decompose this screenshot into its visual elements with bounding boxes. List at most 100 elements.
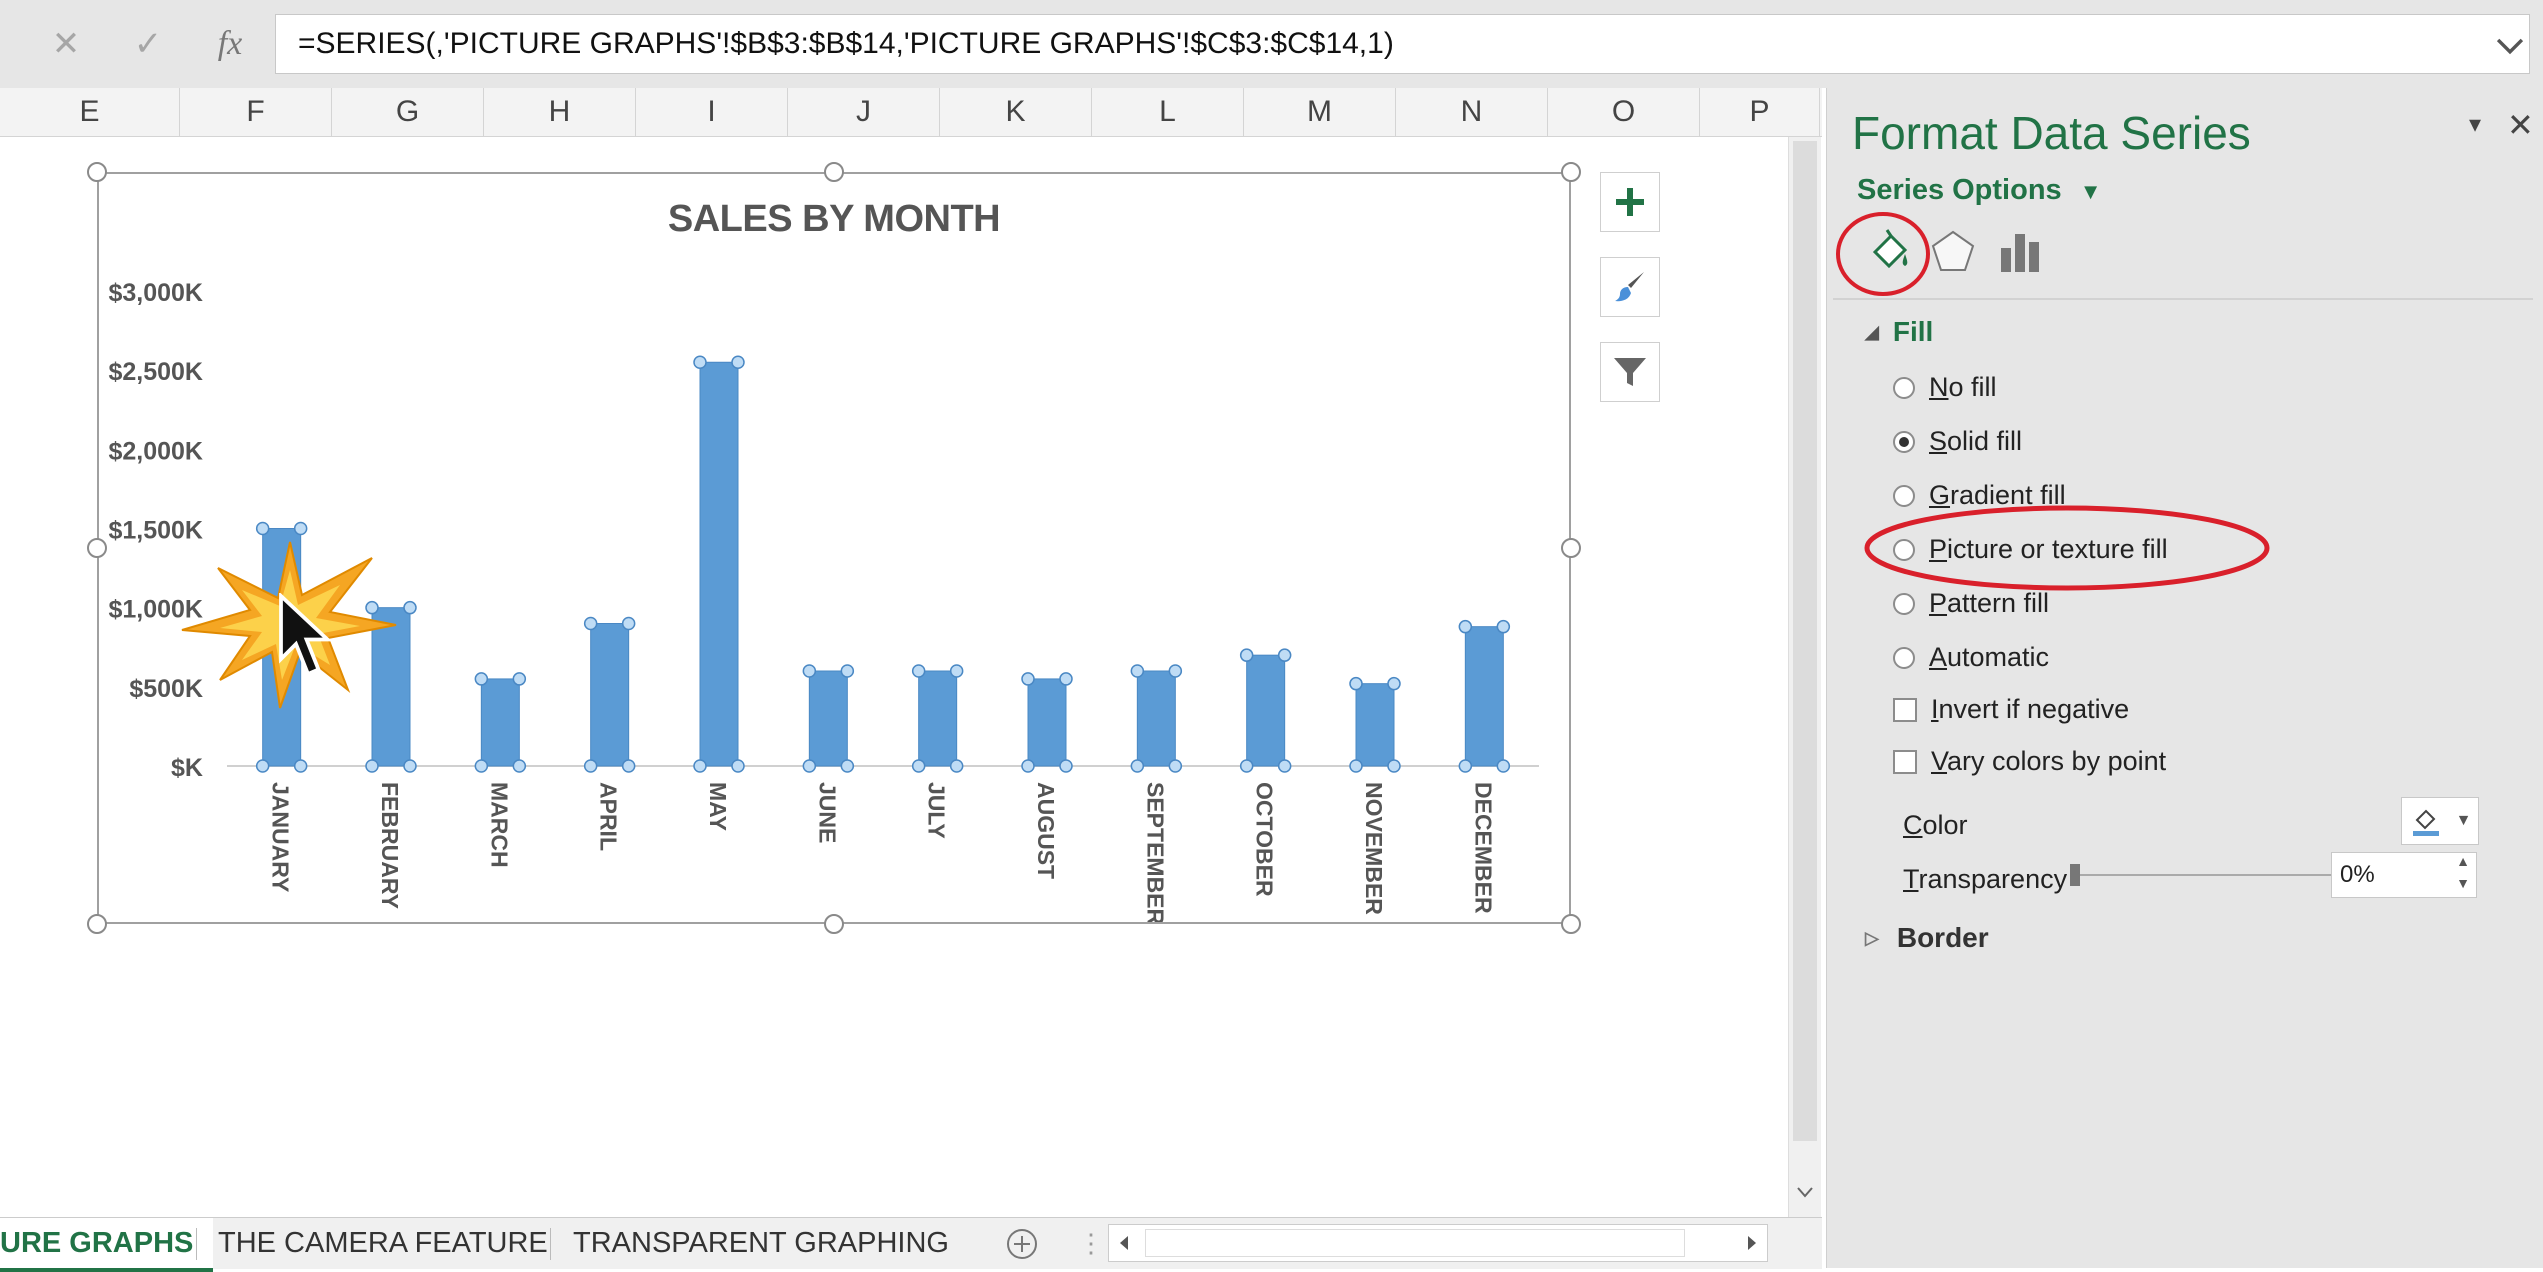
data-point-handle[interactable]: [583, 759, 598, 773]
data-point-handle[interactable]: [621, 616, 636, 631]
invert-if-negative-checkbox[interactable]: [1893, 697, 1917, 722]
resize-handle[interactable]: [824, 914, 844, 934]
data-point-handle[interactable]: [1239, 648, 1254, 662]
chart-styles-button[interactable]: [1600, 257, 1660, 317]
vary-colors-checkbox[interactable]: [1893, 749, 1917, 774]
data-point-handle[interactable]: [1021, 759, 1035, 773]
column-header-g[interactable]: G: [332, 88, 484, 136]
resize-handle[interactable]: [824, 162, 844, 182]
data-point-handle[interactable]: [1349, 759, 1363, 773]
data-point-handle[interactable]: [583, 616, 598, 631]
column-header-l[interactable]: L: [1092, 88, 1244, 136]
bar-may[interactable]: [699, 361, 739, 767]
data-point-handle[interactable]: [1130, 664, 1145, 678]
data-point-handle[interactable]: [1496, 759, 1511, 773]
transparency-slider-track[interactable]: [2073, 874, 2353, 876]
data-point-handle[interactable]: [365, 759, 379, 773]
data-point-handle[interactable]: [621, 759, 636, 773]
column-header-e[interactable]: E: [0, 88, 180, 136]
fill-section-header[interactable]: ◢ Fill: [1865, 316, 1933, 348]
add-sheet-icon[interactable]: [1005, 1227, 1039, 1261]
bar-july[interactable]: [918, 670, 958, 767]
data-point-handle[interactable]: [911, 664, 926, 678]
tab-splitter-icon[interactable]: ⋮: [1078, 1228, 1104, 1259]
data-point-handle[interactable]: [840, 759, 855, 773]
sheet-tab-transparent-graphing[interactable]: TRANSPARENT GRAPHING: [553, 1218, 969, 1268]
close-icon[interactable]: ✕: [2507, 106, 2534, 144]
scroll-down-icon[interactable]: [1795, 1182, 1815, 1202]
automatic-fill-option[interactable]: Automatic: [1893, 642, 2049, 673]
scrollbar-thumb[interactable]: [1145, 1229, 1685, 1257]
data-point-handle[interactable]: [293, 521, 308, 536]
data-point-handle[interactable]: [1277, 648, 1292, 662]
horizontal-scrollbar[interactable]: [1108, 1224, 1768, 1262]
transparency-spinner[interactable]: 0% ▲ ▼: [2331, 852, 2477, 898]
resize-handle[interactable]: [1561, 914, 1581, 934]
cancel-icon[interactable]: ✕: [36, 14, 96, 74]
data-point-handle[interactable]: [949, 759, 964, 773]
chart-elements-button[interactable]: [1600, 172, 1660, 232]
series-options-icon[interactable]: [1995, 226, 2047, 278]
data-point-handle[interactable]: [1168, 759, 1183, 773]
data-point-handle[interactable]: [293, 759, 308, 773]
bar-september[interactable]: [1136, 670, 1176, 767]
data-point-handle[interactable]: [403, 759, 417, 773]
formula-input[interactable]: =SERIES(,'PICTURE GRAPHS'!$B$3:$B$14,'PI…: [275, 14, 2530, 74]
data-point-handle[interactable]: [693, 759, 707, 773]
color-picker-button[interactable]: ▼: [2401, 797, 2479, 845]
column-header-k[interactable]: K: [940, 88, 1092, 136]
data-point-handle[interactable]: [802, 759, 817, 773]
scroll-left-icon[interactable]: [1115, 1233, 1135, 1253]
bar-march[interactable]: [480, 678, 520, 767]
bar-october[interactable]: [1246, 654, 1286, 767]
data-point-handle[interactable]: [802, 664, 817, 678]
data-point-handle[interactable]: [693, 355, 707, 369]
data-point-handle[interactable]: [1059, 759, 1073, 773]
automatic-fill-radio[interactable]: [1893, 646, 1915, 669]
vertical-scrollbar[interactable]: [1788, 137, 1821, 1217]
chevron-down-icon[interactable]: [2493, 28, 2527, 62]
solid-fill-option[interactable]: Solid fill: [1893, 426, 2022, 457]
transparency-slider-thumb[interactable]: [2070, 864, 2080, 886]
data-point-handle[interactable]: [1387, 676, 1401, 691]
data-point-handle[interactable]: [1239, 759, 1254, 773]
column-header-i[interactable]: I: [636, 88, 788, 136]
data-point-handle[interactable]: [1458, 759, 1473, 773]
column-header-f[interactable]: F: [180, 88, 332, 136]
data-point-handle[interactable]: [1059, 672, 1073, 686]
data-point-handle[interactable]: [1349, 676, 1363, 691]
transparency-value[interactable]: 0%: [2340, 861, 2375, 889]
data-point-handle[interactable]: [474, 759, 489, 773]
bar-april[interactable]: [590, 623, 630, 767]
data-point-handle[interactable]: [255, 521, 270, 536]
sheet-tab-camera-feature[interactable]: THE CAMERA FEATURE: [198, 1218, 568, 1268]
data-point-handle[interactable]: [512, 672, 527, 686]
data-point-handle[interactable]: [949, 664, 964, 678]
spin-up-icon[interactable]: ▲: [2456, 853, 2470, 869]
data-point-handle[interactable]: [911, 759, 926, 773]
column-header-j[interactable]: J: [788, 88, 940, 136]
column-header-o[interactable]: O: [1548, 88, 1700, 136]
data-point-handle[interactable]: [1168, 664, 1183, 678]
data-point-handle[interactable]: [1021, 672, 1035, 686]
data-point-handle[interactable]: [731, 759, 745, 773]
column-header-p[interactable]: P: [1700, 88, 1820, 136]
column-header-h[interactable]: H: [484, 88, 636, 136]
pattern-fill-radio[interactable]: [1893, 592, 1915, 615]
no-fill-option[interactable]: No fill: [1893, 372, 1997, 403]
data-point-handle[interactable]: [840, 664, 855, 678]
column-header-m[interactable]: M: [1244, 88, 1396, 136]
solid-fill-radio[interactable]: [1893, 430, 1915, 453]
scrollbar-thumb[interactable]: [1793, 141, 1817, 1141]
resize-handle[interactable]: [87, 538, 107, 558]
resize-handle[interactable]: [87, 914, 107, 934]
resize-handle[interactable]: [87, 162, 107, 182]
data-point-handle[interactable]: [474, 672, 489, 686]
insert-function-button[interactable]: fx: [200, 14, 260, 74]
data-point-handle[interactable]: [1496, 619, 1511, 634]
enter-checkmark-icon[interactable]: ✓: [118, 14, 178, 74]
chart-filters-button[interactable]: [1600, 342, 1660, 402]
bar-december[interactable]: [1464, 626, 1504, 767]
data-point-handle[interactable]: [512, 759, 527, 773]
resize-handle[interactable]: [1561, 538, 1581, 558]
